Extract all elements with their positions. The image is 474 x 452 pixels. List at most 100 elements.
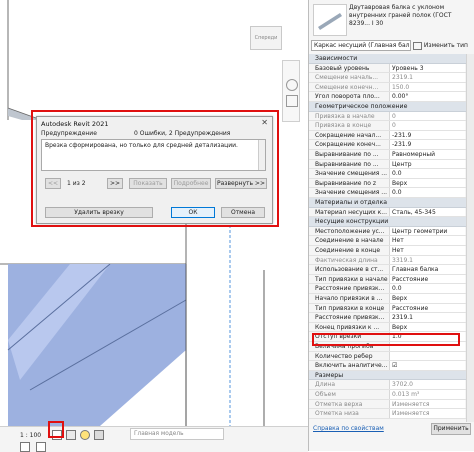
section-geometry[interactable]: Геометрическое положение [309, 102, 467, 112]
property-value[interactable]: -231.9 [389, 140, 465, 149]
section-dimensions[interactable]: Размеры [309, 370, 467, 381]
property-value[interactable]: 0.0 [389, 169, 465, 178]
cancel-button[interactable]: Отмена [221, 207, 265, 218]
properties-help-link[interactable]: Справка по свойствам [313, 425, 384, 432]
property-value[interactable]: Равномерный [389, 150, 465, 159]
property-row[interactable]: Соединение в начале Нет [309, 236, 467, 246]
more-info-button[interactable]: Подробнее [171, 178, 211, 189]
property-value[interactable] [389, 351, 465, 361]
property-row[interactable]: Расстояние привязк... 0.0 [309, 284, 467, 294]
property-grid[interactable]: Зависимости Базовый уровень Уровень 3 Смеще… [309, 54, 467, 422]
view-cube[interactable]: Спереди [250, 26, 282, 50]
prev-button[interactable]: << [45, 178, 61, 189]
property-row[interactable]: Смещение конечн... 150.0 [309, 82, 467, 93]
section-structural[interactable]: Несущие конструкции [309, 217, 467, 227]
property-row[interactable]: Привязка в начале 0 [309, 111, 467, 122]
property-value[interactable]: Сталь, 45-345 [389, 207, 465, 217]
property-value[interactable]: Нет [389, 236, 465, 245]
visual-style-icon[interactable] [66, 430, 76, 440]
scale-label[interactable]: 1 : 100 [20, 432, 41, 439]
property-row[interactable]: Материал несущих к... Сталь, 45-345 [309, 207, 467, 218]
zoom-icon[interactable] [286, 95, 298, 107]
property-row[interactable]: Отступ врезки 1.0 [309, 332, 467, 342]
property-row[interactable]: Угол поворота пло... 0.00° [309, 92, 467, 102]
property-value[interactable]: Верх [389, 322, 465, 332]
property-row[interactable]: Использование в ст... Главная балка [309, 265, 467, 275]
property-value[interactable]: 0.00° [389, 92, 465, 101]
property-row[interactable]: Тип привязки в начале Расстояние [309, 274, 467, 285]
property-value: 3702.0 [389, 380, 465, 389]
model-selector[interactable]: Главная модель [130, 428, 224, 440]
properties-panel: Двутавровая балка с уклоном внутренних г… [308, 0, 474, 451]
property-row[interactable]: Смещение началь... 2319.1 [309, 73, 467, 83]
property-row[interactable]: Сокращение начал... -231.9 [309, 130, 467, 141]
property-row[interactable]: Расстояние привязк... 2319.1 [309, 313, 467, 323]
property-row[interactable]: Отметка низа Изменяется [309, 409, 467, 419]
section-constraints[interactable]: Зависимости [309, 54, 467, 64]
property-row[interactable]: Значение смещения ... 0.0 [309, 188, 467, 198]
property-value[interactable] [389, 342, 465, 351]
warning-column-label: Предупреждение [41, 130, 97, 137]
property-value[interactable]: Расстояние [389, 274, 465, 284]
sun-path-icon[interactable] [80, 430, 90, 440]
property-row[interactable]: Местоположение ус... Центр геометрии [309, 226, 467, 237]
property-value[interactable]: Нет [389, 246, 465, 255]
property-value: 150.0 [389, 82, 465, 92]
properties-scrollbar[interactable] [466, 54, 474, 422]
property-value[interactable]: 1.0 [389, 332, 465, 341]
property-value[interactable]: 0.0 [389, 188, 465, 197]
property-row[interactable]: Значение смещения ... 0.0 [309, 169, 467, 179]
property-row[interactable]: Длина 3702.0 [309, 380, 467, 390]
next-button[interactable]: >> [107, 178, 123, 189]
property-label: Отметка верха [315, 400, 363, 408]
property-row[interactable]: Сокращение конеч... -231.9 [309, 140, 467, 150]
property-value[interactable]: Уровень 3 [389, 63, 465, 73]
show-button[interactable]: Показать [129, 178, 167, 189]
property-value[interactable]: 0.0 [389, 284, 465, 293]
message-list[interactable]: Врезка сформирована, но только для средн… [41, 139, 266, 171]
property-row[interactable]: Базовый уровень Уровень 3 [309, 63, 467, 74]
property-label: Тип привязки в конце [315, 304, 385, 312]
shadows-icon[interactable] [94, 430, 104, 440]
property-value[interactable]: Верх [389, 294, 465, 303]
property-value[interactable]: Главная балка [389, 265, 465, 274]
type-name[interactable]: Двутавровая балка с уклоном внутренних г… [349, 4, 469, 36]
message-scrollbar[interactable] [258, 140, 265, 170]
property-row[interactable]: Отметка верха Изменяется [309, 399, 467, 410]
beam-icon [318, 13, 342, 30]
property-row[interactable]: Выравнивание по z Верх [309, 178, 467, 189]
property-row[interactable]: Соединение в конце Нет [309, 246, 467, 256]
property-label: Смещение конечн... [315, 83, 379, 91]
property-row[interactable]: Фактическая длина 3319.1 [309, 255, 467, 266]
section-materials[interactable]: Материалы и отделка [309, 198, 467, 208]
navigation-bar[interactable] [282, 60, 300, 122]
ok-button[interactable]: ОК [171, 207, 215, 218]
property-row[interactable]: Привязка в конце 0 [309, 121, 467, 131]
property-row[interactable]: Включить аналитиче... ☑ [309, 361, 467, 371]
apply-button[interactable]: Применить [431, 423, 471, 435]
property-label: Использование в ст... [315, 266, 384, 274]
edit-type-button[interactable]: Изменить тип [413, 40, 473, 51]
delete-join-button[interactable]: Удалить врезку [45, 207, 153, 218]
property-row[interactable]: Конец привязки к ... Верх [309, 322, 467, 333]
property-value[interactable]: ☑ [389, 361, 465, 370]
detail-level-icon[interactable] [52, 430, 62, 440]
property-value[interactable]: Центр [389, 159, 465, 169]
property-value[interactable]: 2319.1 [389, 313, 465, 322]
property-row[interactable]: Объем 0.013 m³ [309, 390, 467, 400]
steering-wheel-icon[interactable] [286, 79, 298, 91]
property-row[interactable]: Выравнивание по ... Центр [309, 159, 467, 170]
property-value[interactable]: Верх [389, 178, 465, 188]
property-value[interactable]: Расстояние [389, 303, 465, 313]
close-icon[interactable]: ✕ [261, 118, 268, 127]
property-value[interactable]: -231.9 [389, 130, 465, 140]
property-row[interactable]: Начало привязки в ... Верх [309, 294, 467, 304]
expand-button[interactable]: Развернуть >> [215, 178, 267, 189]
property-row[interactable]: Количество ребер [309, 351, 467, 362]
property-value[interactable]: Центр геометрии [389, 226, 465, 236]
warning-message[interactable]: Врезка сформирована, но только для средн… [45, 142, 238, 149]
property-row[interactable]: Выравнивание по ... Равномерный [309, 150, 467, 160]
instance-selector[interactable]: Каркас несущий (Главная балк [311, 40, 411, 51]
property-row[interactable]: Тип привязки в конце Расстояние [309, 303, 467, 314]
property-row[interactable]: Величина прогиба [309, 342, 467, 352]
